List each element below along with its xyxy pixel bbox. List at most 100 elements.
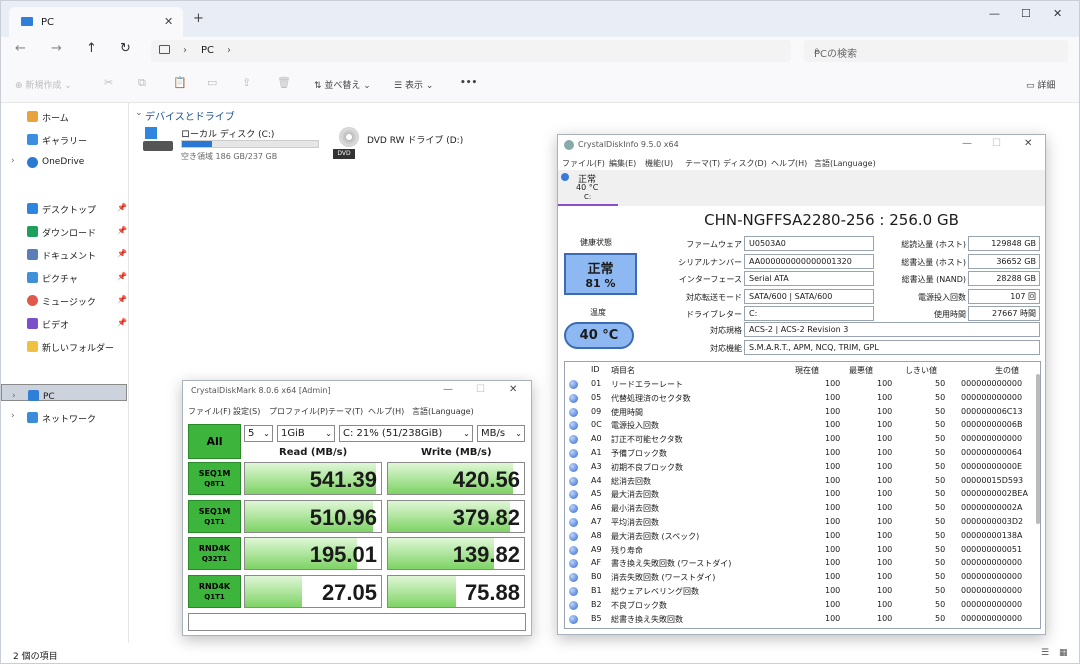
menu-edit[interactable]: 編集(E) bbox=[609, 158, 636, 169]
table-row[interactable]: 01 リードエラーレート 100 100 50 000000000000 bbox=[565, 378, 1035, 392]
test-button[interactable]: SEQ1M Q8T1 bbox=[188, 462, 241, 495]
close-window-button[interactable]: ✕ bbox=[1024, 138, 1032, 149]
menu-function[interactable]: 機能(U) bbox=[645, 158, 673, 169]
menu-settings[interactable]: 設定(S) bbox=[233, 406, 260, 417]
sidebar-item-gallery[interactable]: ギャラリー bbox=[1, 129, 127, 151]
maximize-button[interactable]: ☐ bbox=[992, 138, 1001, 149]
maximize-button[interactable]: ☐ bbox=[476, 384, 485, 395]
delete-icon[interactable]: 🗑 bbox=[277, 76, 291, 89]
new-tab-button[interactable]: + bbox=[193, 11, 204, 26]
search-input[interactable]: PCの検索 ⌕ bbox=[804, 40, 1068, 62]
minimize-button[interactable]: — bbox=[989, 7, 1000, 20]
menu-language[interactable]: 言語(Language) bbox=[814, 158, 876, 169]
table-row[interactable]: A1 予備ブロック数 100 100 50 000000000064 bbox=[565, 447, 1035, 461]
maximize-button[interactable]: ☐ bbox=[1021, 7, 1031, 20]
chevron-down-icon[interactable]: ⌄ bbox=[135, 108, 143, 118]
disk-tab-c[interactable]: 正常 40 °C C: bbox=[558, 170, 618, 206]
more-options-button[interactable]: ••• bbox=[460, 78, 477, 88]
table-row[interactable]: 05 代替処理済のセクタ数 100 100 50 000000000000 bbox=[565, 392, 1035, 406]
details-button[interactable]: ▭ 詳細 bbox=[1026, 78, 1055, 91]
column-header[interactable]: ID bbox=[591, 365, 600, 374]
menu-file[interactable]: ファイル(F) bbox=[562, 158, 605, 169]
sidebar-item-pictures[interactable]: ピクチャ 📌 bbox=[1, 267, 127, 289]
scrollbar-thumb[interactable] bbox=[1036, 374, 1040, 524]
minimize-button[interactable]: — bbox=[443, 384, 453, 395]
sidebar-item-home[interactable]: ホーム bbox=[1, 106, 127, 128]
forward-button[interactable]: → bbox=[51, 41, 62, 56]
sidebar-item-desktop[interactable]: デスクトップ 📌 bbox=[1, 198, 127, 220]
test-button[interactable]: SEQ1M Q1T1 bbox=[188, 499, 241, 533]
paste-icon[interactable]: 📋 bbox=[173, 76, 187, 89]
menu-help[interactable]: ヘルプ(H) bbox=[368, 406, 404, 417]
list-view-icon[interactable]: ☰ bbox=[1041, 648, 1049, 658]
close-window-button[interactable]: ✕ bbox=[509, 384, 517, 395]
temperature-button[interactable]: 40 °C bbox=[564, 322, 634, 349]
menu-profile[interactable]: プロファイル(P) bbox=[269, 406, 328, 417]
tab-pc[interactable]: PC ✕ bbox=[9, 7, 183, 37]
sidebar-item-newfolder[interactable]: 新しいフォルダー bbox=[1, 336, 127, 358]
test-button[interactable]: RND4K Q1T1 bbox=[188, 574, 241, 608]
health-status-button[interactable]: 正常 81 % bbox=[564, 253, 637, 295]
table-row[interactable]: B1 総ウェアレベリング回数 100 100 50 000000000000 bbox=[565, 585, 1035, 599]
size-select[interactable]: 1GiB ⌄ bbox=[277, 425, 335, 442]
sidebar-item-downloads[interactable]: ダウンロード 📌 bbox=[1, 221, 127, 243]
sort-button[interactable]: ⇅ 並べ替え ⌄ bbox=[314, 78, 371, 91]
column-header[interactable]: 現在値 bbox=[795, 365, 819, 376]
table-row[interactable]: A9 残り寿命 100 100 50 000000000051 bbox=[565, 544, 1035, 558]
table-row[interactable]: B2 不良ブロック数 100 100 50 000000000000 bbox=[565, 599, 1035, 613]
table-row[interactable]: 09 使用時間 100 100 50 000000006C13 bbox=[565, 406, 1035, 420]
close-window-button[interactable]: ✕ bbox=[1053, 7, 1062, 20]
table-row[interactable]: B5 総書き換え失敗回数 100 100 50 000000000000 bbox=[565, 613, 1035, 627]
minimize-button[interactable]: — bbox=[962, 138, 972, 149]
test-button[interactable]: RND4K Q32T1 bbox=[188, 537, 241, 570]
chevron-right-icon[interactable]: › bbox=[11, 156, 15, 166]
chevron-right-icon[interactable]: › bbox=[11, 411, 15, 421]
menu-theme[interactable]: テーマ(T) bbox=[685, 158, 720, 169]
count-select[interactable]: 5 ⌄ bbox=[244, 425, 273, 442]
drive-d[interactable]: DVD DVD RW ドライブ (D:) bbox=[329, 127, 469, 163]
comment-input[interactable] bbox=[188, 613, 526, 631]
sidebar-item-music[interactable]: ミュージック 📌 bbox=[1, 290, 127, 312]
tile-view-icon[interactable]: ▦ bbox=[1059, 648, 1068, 658]
table-row[interactable]: A4 総消去回数 100 100 50 00000015D593 bbox=[565, 475, 1035, 489]
table-row[interactable]: AF 書き換え失敗回数 (ワーストダイ) 100 100 50 00000000… bbox=[565, 557, 1035, 571]
table-row[interactable]: A7 平均消去回数 100 100 50 0000000003D2 bbox=[565, 516, 1035, 530]
sidebar-item-videos[interactable]: ビデオ 📌 bbox=[1, 313, 127, 335]
chevron-right-icon[interactable]: › bbox=[12, 389, 16, 404]
new-button[interactable]: ⊕ 新規作成 ⌄ bbox=[15, 78, 72, 91]
all-button[interactable]: All bbox=[188, 424, 241, 459]
menu-language[interactable]: 言語(Language) bbox=[412, 406, 474, 417]
share-icon[interactable]: ⇪ bbox=[242, 76, 251, 89]
column-header[interactable]: しきい値 bbox=[905, 365, 937, 376]
rename-icon[interactable]: ▭ bbox=[207, 76, 217, 89]
sidebar-item-documents[interactable]: ドキュメント 📌 bbox=[1, 244, 127, 266]
sidebar-item-pc[interactable]: › PC bbox=[1, 384, 127, 404]
column-header[interactable]: 項目名 bbox=[611, 365, 635, 376]
close-tab-icon[interactable]: ✕ bbox=[164, 15, 173, 28]
cut-icon[interactable]: ✂ bbox=[104, 76, 113, 89]
table-row[interactable]: A8 最大消去回数 (スペック) 100 100 50 00000000138A bbox=[565, 530, 1035, 544]
back-button[interactable]: ← bbox=[15, 41, 26, 56]
table-row[interactable]: A3 初期不良ブロック数 100 100 50 00000000000E bbox=[565, 461, 1035, 475]
table-row[interactable]: A6 最小消去回数 100 100 50 00000000002A bbox=[565, 502, 1035, 516]
up-button[interactable]: ↑ bbox=[86, 41, 97, 56]
sidebar-item-network[interactable]: › ネットワーク bbox=[1, 407, 127, 429]
table-row[interactable]: A5 最大消去回数 100 100 50 0000000002BEA bbox=[565, 488, 1035, 502]
address-bar[interactable]: › PC › bbox=[151, 40, 791, 62]
menu-disk[interactable]: ディスク(D) bbox=[723, 158, 767, 169]
breadcrumb-pc[interactable]: PC bbox=[201, 45, 214, 56]
drive-c[interactable]: ローカル ディスク (C:) 空き領域 186 GB/237 GB bbox=[143, 127, 333, 163]
drive-select[interactable]: C: 21% (51/238GiB) ⌄ bbox=[339, 425, 473, 442]
table-row[interactable]: 0C 電源投入回数 100 100 50 00000000006B bbox=[565, 419, 1035, 433]
column-header[interactable]: 最悪値 bbox=[849, 365, 873, 376]
table-row[interactable]: B0 消去失敗回数 (ワーストダイ) 100 100 50 0000000000… bbox=[565, 571, 1035, 585]
table-row[interactable]: A0 訂正不可能セクタ数 100 100 50 000000000000 bbox=[565, 433, 1035, 447]
menu-theme[interactable]: テーマ(T) bbox=[328, 406, 363, 417]
menu-file[interactable]: ファイル(F) bbox=[188, 406, 231, 417]
refresh-button[interactable]: ↻ bbox=[120, 41, 131, 56]
menu-help[interactable]: ヘルプ(H) bbox=[771, 158, 807, 169]
unit-select[interactable]: MB/s ⌄ bbox=[477, 425, 525, 442]
sidebar-item-onedrive[interactable]: › OneDrive bbox=[1, 152, 127, 174]
copy-icon[interactable]: ⧉ bbox=[138, 76, 146, 90]
view-button[interactable]: ☰ 表示 ⌄ bbox=[394, 78, 433, 91]
